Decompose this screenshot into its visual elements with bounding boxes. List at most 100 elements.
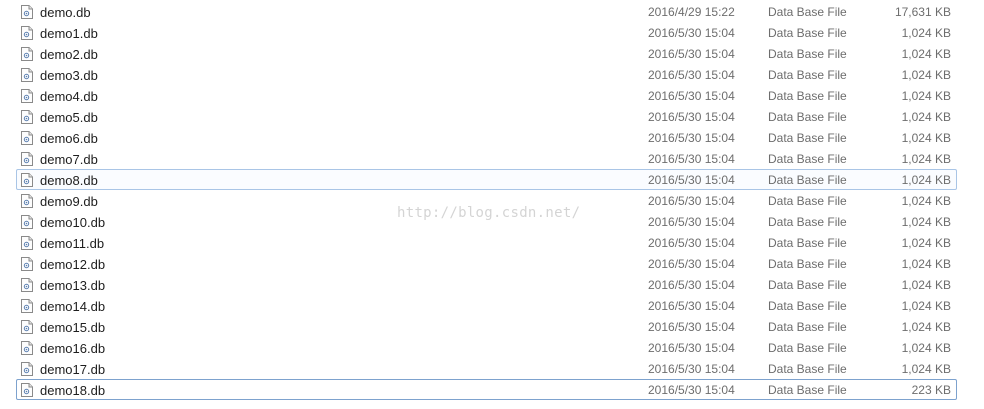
file-list: demo.db 2016/4/29 15:22 Data Base File 1… bbox=[0, 1, 984, 400]
file-row-demo8[interactable]: demo8.db 2016/5/30 15:04 Data Base File … bbox=[16, 169, 957, 190]
file-icon bbox=[21, 215, 33, 229]
file-date-modified: 2016/5/30 15:04 bbox=[648, 47, 735, 61]
file-row-demo2[interactable]: demo2.db 2016/5/30 15:04 Data Base File … bbox=[16, 43, 957, 64]
file-size: 1,024 KB bbox=[901, 173, 951, 187]
file-date-modified: 2016/5/30 15:04 bbox=[648, 68, 735, 82]
file-date-modified: 2016/5/30 15:04 bbox=[648, 194, 735, 208]
file-type: Data Base File bbox=[768, 110, 847, 124]
file-date-modified: 2016/5/30 15:04 bbox=[648, 362, 735, 376]
file-date-modified: 2016/5/30 15:04 bbox=[648, 299, 735, 313]
file-row-demo14[interactable]: demo14.db 2016/5/30 15:04 Data Base File… bbox=[16, 295, 957, 316]
file-icon bbox=[21, 152, 33, 166]
file-date-modified: 2016/5/30 15:04 bbox=[648, 257, 735, 271]
file-icon bbox=[21, 299, 33, 313]
file-size: 1,024 KB bbox=[901, 26, 951, 40]
file-row-demo15[interactable]: demo15.db 2016/5/30 15:04 Data Base File… bbox=[16, 316, 957, 337]
file-row-demo18[interactable]: demo18.db 2016/5/30 15:04 Data Base File… bbox=[16, 379, 957, 400]
file-row-demo4[interactable]: demo4.db 2016/5/30 15:04 Data Base File … bbox=[16, 85, 957, 106]
file-size: 1,024 KB bbox=[901, 236, 951, 250]
file-type: Data Base File bbox=[768, 236, 847, 250]
file-name: demo4.db bbox=[40, 89, 98, 104]
file-type: Data Base File bbox=[768, 320, 847, 334]
file-row-demo[interactable]: demo.db 2016/4/29 15:22 Data Base File 1… bbox=[16, 1, 957, 22]
file-icon bbox=[21, 47, 33, 61]
file-row-demo16[interactable]: demo16.db 2016/5/30 15:04 Data Base File… bbox=[16, 337, 957, 358]
file-date-modified: 2016/5/30 15:04 bbox=[648, 26, 735, 40]
file-size: 1,024 KB bbox=[901, 47, 951, 61]
file-size: 1,024 KB bbox=[901, 131, 951, 145]
file-type: Data Base File bbox=[768, 26, 847, 40]
file-size: 1,024 KB bbox=[901, 89, 951, 103]
file-name: demo2.db bbox=[40, 47, 98, 62]
file-date-modified: 2016/5/30 15:04 bbox=[648, 131, 735, 145]
file-size: 1,024 KB bbox=[901, 362, 951, 376]
file-size: 1,024 KB bbox=[901, 278, 951, 292]
file-type: Data Base File bbox=[768, 215, 847, 229]
file-row-demo9[interactable]: demo9.db 2016/5/30 15:04 Data Base File … bbox=[16, 190, 957, 211]
file-size: 1,024 KB bbox=[901, 299, 951, 313]
file-name: demo9.db bbox=[40, 194, 98, 209]
file-name: demo17.db bbox=[40, 362, 106, 377]
file-date-modified: 2016/5/30 15:04 bbox=[648, 173, 735, 187]
file-row-demo11[interactable]: demo11.db 2016/5/30 15:04 Data Base File… bbox=[16, 232, 957, 253]
file-icon bbox=[21, 5, 33, 19]
file-row-demo13[interactable]: demo13.db 2016/5/30 15:04 Data Base File… bbox=[16, 274, 957, 295]
file-type: Data Base File bbox=[768, 299, 847, 313]
file-icon bbox=[21, 131, 33, 145]
file-icon bbox=[21, 89, 33, 103]
file-type: Data Base File bbox=[768, 131, 847, 145]
file-row-demo6[interactable]: demo6.db 2016/5/30 15:04 Data Base File … bbox=[16, 127, 957, 148]
file-icon bbox=[21, 383, 33, 397]
file-row-demo17[interactable]: demo17.db 2016/5/30 15:04 Data Base File… bbox=[16, 358, 957, 379]
file-row-demo10[interactable]: demo10.db 2016/5/30 15:04 Data Base File… bbox=[16, 211, 957, 232]
file-size: 1,024 KB bbox=[901, 194, 951, 208]
file-size: 1,024 KB bbox=[901, 110, 951, 124]
file-date-modified: 2016/5/30 15:04 bbox=[648, 152, 735, 166]
file-size: 1,024 KB bbox=[901, 152, 951, 166]
file-date-modified: 2016/5/30 15:04 bbox=[648, 320, 735, 334]
file-date-modified: 2016/5/30 15:04 bbox=[648, 278, 735, 292]
file-name: demo7.db bbox=[40, 152, 98, 167]
file-type: Data Base File bbox=[768, 89, 847, 103]
file-icon bbox=[21, 320, 33, 334]
file-type: Data Base File bbox=[768, 257, 847, 271]
file-row-demo7[interactable]: demo7.db 2016/5/30 15:04 Data Base File … bbox=[16, 148, 957, 169]
file-type: Data Base File bbox=[768, 47, 847, 61]
file-row-demo12[interactable]: demo12.db 2016/5/30 15:04 Data Base File… bbox=[16, 253, 957, 274]
file-name: demo15.db bbox=[40, 320, 106, 335]
file-icon bbox=[21, 68, 33, 82]
file-name: demo5.db bbox=[40, 110, 98, 125]
file-name: demo13.db bbox=[40, 278, 106, 293]
file-name: demo1.db bbox=[40, 26, 98, 41]
file-size: 1,024 KB bbox=[901, 215, 951, 229]
file-size: 223 KB bbox=[911, 383, 951, 397]
file-name: demo6.db bbox=[40, 131, 98, 146]
file-type: Data Base File bbox=[768, 173, 847, 187]
file-row-demo1[interactable]: demo1.db 2016/5/30 15:04 Data Base File … bbox=[16, 22, 957, 43]
file-date-modified: 2016/5/30 15:04 bbox=[648, 89, 735, 103]
file-type: Data Base File bbox=[768, 383, 847, 397]
file-type: Data Base File bbox=[768, 278, 847, 292]
file-row-demo3[interactable]: demo3.db 2016/5/30 15:04 Data Base File … bbox=[16, 64, 957, 85]
file-date-modified: 2016/5/30 15:04 bbox=[648, 215, 735, 229]
file-name: demo.db bbox=[40, 5, 91, 20]
file-date-modified: 2016/5/30 15:04 bbox=[648, 110, 735, 124]
file-icon bbox=[21, 362, 33, 376]
file-date-modified: 2016/5/30 15:04 bbox=[648, 236, 735, 250]
file-type: Data Base File bbox=[768, 194, 847, 208]
file-date-modified: 2016/5/30 15:04 bbox=[648, 383, 735, 397]
file-type: Data Base File bbox=[768, 68, 847, 82]
file-row-demo5[interactable]: demo5.db 2016/5/30 15:04 Data Base File … bbox=[16, 106, 957, 127]
file-icon bbox=[21, 194, 33, 208]
file-name: demo16.db bbox=[40, 341, 106, 356]
file-icon bbox=[21, 173, 33, 187]
file-name: demo12.db bbox=[40, 257, 106, 272]
file-type: Data Base File bbox=[768, 362, 847, 376]
file-icon bbox=[21, 110, 33, 124]
file-icon bbox=[21, 236, 33, 250]
file-name: demo14.db bbox=[40, 299, 106, 314]
file-icon bbox=[21, 278, 33, 292]
file-name: demo11.db bbox=[40, 236, 105, 251]
file-name: demo10.db bbox=[40, 215, 106, 230]
file-name: demo18.db bbox=[40, 383, 106, 398]
